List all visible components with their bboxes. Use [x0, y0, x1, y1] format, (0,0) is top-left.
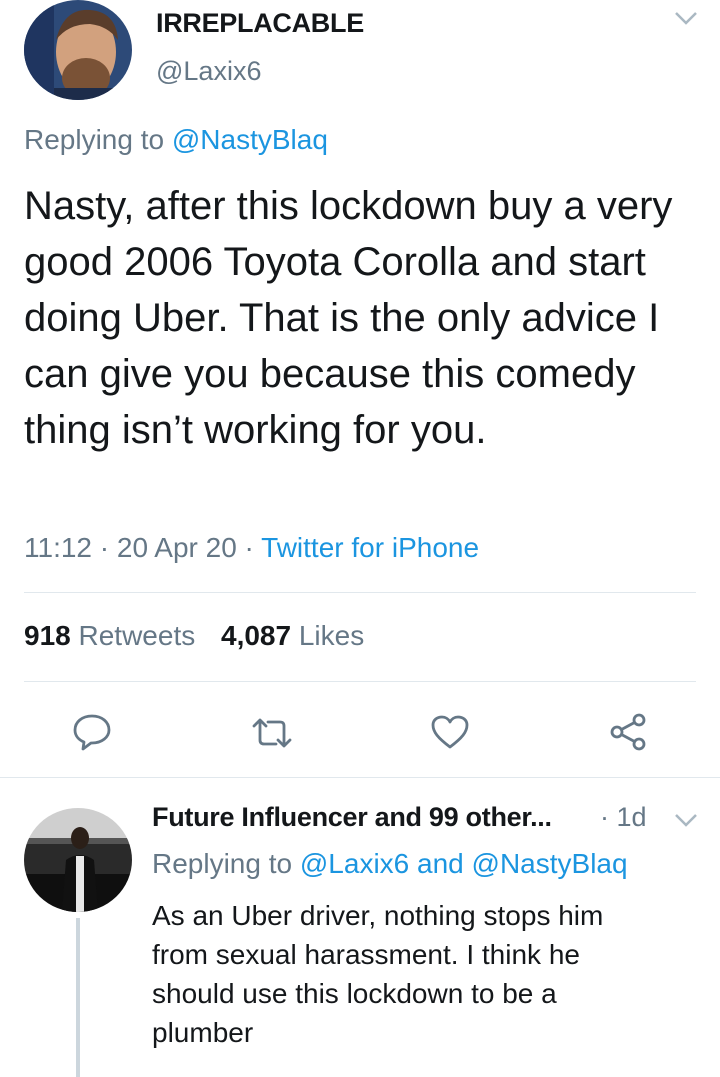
retweet-label: Retweets: [78, 620, 196, 651]
like-label: Likes: [298, 620, 365, 651]
author-handle[interactable]: @Laxix6: [156, 56, 261, 87]
chevron-down-icon[interactable]: [674, 10, 698, 26]
share-nodes-icon[interactable]: [608, 712, 648, 752]
retweet-count: 918: [24, 620, 71, 651]
replying-to-link[interactable]: @NastyBlaq: [472, 848, 628, 879]
replying-to-and: and: [417, 848, 464, 879]
tweet-meta: 11:12 · 20 Apr 20 · Twitter for iPhone: [24, 532, 479, 564]
author-display-name[interactable]: IRREPLACABLE: [156, 8, 364, 39]
reply-author-display-name[interactable]: Future Influencer and 99 other...: [152, 802, 552, 833]
author-avatar[interactable]: [24, 0, 132, 100]
tweet-stats: 918 Retweets 4,087 Likes: [24, 620, 364, 652]
divider: [24, 592, 696, 593]
section-divider: [0, 777, 720, 778]
replying-to-line: Replying to @NastyBlaq: [24, 124, 328, 156]
replying-to-link[interactable]: @Laxix6: [300, 848, 409, 879]
tweet-text: Nasty, after this lockdown buy a very go…: [24, 184, 673, 452]
tweet-source-link[interactable]: Twitter for iPhone: [261, 532, 479, 563]
likes-stat[interactable]: 4,087 Likes: [221, 620, 364, 651]
reply-author-avatar[interactable]: [24, 808, 132, 912]
retweets-stat[interactable]: 918 Retweets: [24, 620, 203, 651]
retweet-arrows-icon[interactable]: [250, 716, 294, 750]
tweet-time: 11:12: [24, 532, 92, 563]
like-count: 4,087: [221, 620, 292, 651]
heart-icon[interactable]: [430, 714, 470, 750]
chevron-down-icon[interactable]: [674, 812, 698, 828]
thread-line: [76, 918, 80, 1077]
meta-separator: ·: [244, 532, 254, 563]
divider: [24, 681, 696, 682]
replying-to-prefix: Replying to: [152, 848, 293, 879]
speech-bubble-icon[interactable]: [72, 712, 112, 752]
replying-to-prefix: Replying to: [24, 124, 165, 155]
reply-replying-to-line: Replying to @Laxix6 and @NastyBlaq: [152, 848, 628, 880]
reply-text: As an Uber driver, nothing stops him fro…: [152, 900, 604, 1048]
reply-age[interactable]: · 1d: [600, 802, 647, 833]
replying-to-link[interactable]: @NastyBlaq: [172, 124, 328, 155]
tweet-date: 20 Apr 20: [116, 532, 237, 563]
meta-separator: ·: [99, 532, 110, 563]
